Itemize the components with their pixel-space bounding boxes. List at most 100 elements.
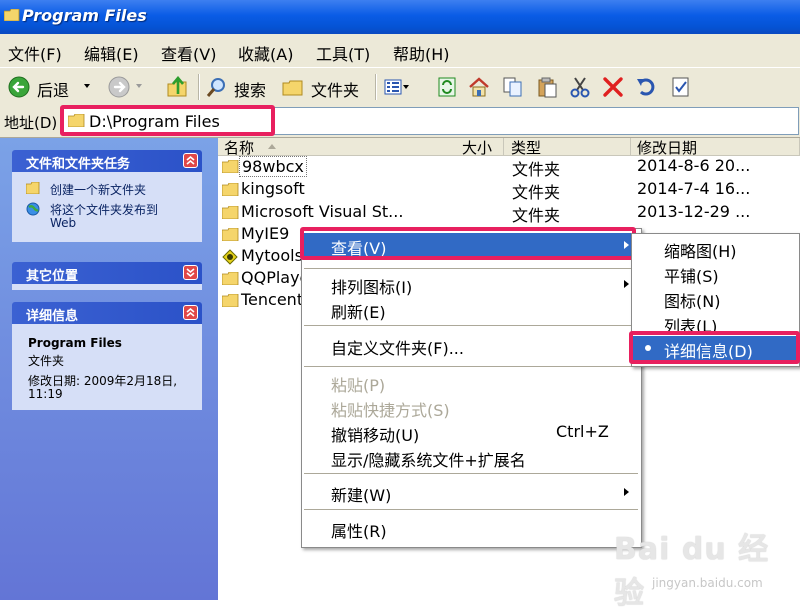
undo-shortcut: Ctrl+Z: [556, 422, 609, 441]
back-dropdown-icon[interactable]: [84, 84, 90, 88]
folder-icon: [222, 272, 239, 285]
file-type: 文件夹: [512, 160, 561, 179]
file-date: 2014-8-6 20...: [637, 156, 751, 175]
context-new-item[interactable]: 新建(W): [302, 480, 641, 505]
search-button[interactable]: 搜索: [234, 77, 266, 101]
menu-help[interactable]: 帮助(H): [393, 41, 450, 65]
collapse-icon[interactable]: [183, 153, 198, 168]
column-modified-header[interactable]: 修改日期: [631, 138, 800, 157]
file-name: Mytools: [241, 246, 303, 265]
refresh-icon[interactable]: [436, 76, 458, 98]
home-icon[interactable]: [468, 76, 490, 98]
folders-button[interactable]: 文件夹: [311, 77, 359, 101]
menu-separator: [304, 509, 638, 510]
folder-icon: [222, 183, 239, 196]
context-customize-item[interactable]: 自定义文件夹(F)...: [302, 333, 641, 358]
search-icon[interactable]: [206, 76, 228, 98]
menu-edit[interactable]: 编辑(E): [84, 41, 139, 65]
menu-separator: [304, 473, 638, 474]
menu-separator: [304, 366, 638, 367]
context-paste-shortcut-item: 粘贴快捷方式(S): [331, 401, 450, 420]
copy-to-icon[interactable]: [502, 76, 524, 98]
file-type: 文件夹: [512, 183, 561, 202]
submenu-icons[interactable]: 图标(N): [632, 286, 799, 311]
details-header[interactable]: 详细信息: [12, 302, 202, 324]
file-date: 2014-7-4 16...: [637, 179, 751, 198]
properties-icon[interactable]: [670, 76, 692, 98]
back-arrow-icon[interactable]: [8, 76, 30, 98]
details-item-highlight: [629, 331, 800, 364]
file-name: kingsoft: [241, 179, 305, 198]
file-type: 文件夹: [512, 206, 561, 225]
other-places-title: 其它位置: [26, 269, 79, 284]
address-label: 地址(D): [4, 114, 58, 132]
folder-icon: [4, 9, 20, 21]
collapse-icon[interactable]: [183, 305, 198, 320]
watermark-url: jingyan.baidu.com: [652, 576, 763, 590]
context-undo-move-item[interactable]: 撤销移动(U) Ctrl+Z: [302, 420, 641, 445]
watermark-logo: Bai du 经验: [614, 532, 770, 611]
new-folder-icon: [26, 182, 40, 194]
menu-favorites[interactable]: 收藏(A): [238, 41, 293, 65]
delete-icon[interactable]: [602, 76, 624, 98]
address-highlight: [60, 105, 275, 136]
submenu-arrow-icon: [624, 488, 629, 496]
file-name: Microsoft Visual St...: [241, 202, 404, 221]
file-name: MyIE9: [241, 224, 290, 243]
forward-dropdown-icon[interactable]: [136, 84, 142, 88]
up-folder-icon[interactable]: [166, 76, 188, 98]
context-refresh-item[interactable]: 刷新(E): [302, 297, 641, 322]
sort-ascending-icon: [268, 144, 276, 149]
back-button[interactable]: 后退: [37, 77, 69, 101]
file-name: Tencent: [241, 290, 304, 309]
table-row[interactable]: 98wbcx 文件夹 2014-8-6 20...: [218, 156, 800, 179]
menu-file[interactable]: 文件(F): [8, 41, 62, 65]
watermark: Bai du 经验 jingyan.baidu.com: [612, 518, 792, 611]
undo-icon[interactable]: [635, 76, 657, 98]
menu-bar: 文件(F) 编辑(E) 查看(V) 收藏(A) 工具(T) 帮助(H): [0, 34, 800, 67]
context-show-hide-item[interactable]: 显示/隐藏系统文件+扩展名: [302, 445, 641, 470]
submenu-arrow-icon: [624, 280, 629, 288]
window-title: Program Files: [22, 6, 147, 25]
folders-icon[interactable]: [282, 76, 304, 98]
context-paste-item: 粘贴(P): [331, 376, 386, 395]
submenu-thumbnails[interactable]: 缩略图(H): [632, 236, 799, 261]
menu-view[interactable]: 查看(V): [161, 41, 216, 65]
file-tasks-panel: 创建一个新文件夹 将这个文件夹发布到 Web: [12, 172, 202, 242]
details-modified-time: 11:19: [28, 387, 63, 401]
publish-web-link-cont[interactable]: Web: [50, 216, 76, 230]
title-bar[interactable]: Program Files: [0, 0, 800, 34]
file-name: QQPlaye: [241, 268, 310, 287]
create-folder-link[interactable]: 创建一个新文件夹: [50, 181, 146, 198]
column-size-header[interactable]: 大小: [458, 138, 504, 157]
other-places-panel: [12, 284, 202, 290]
file-tasks-header[interactable]: 文件和文件夹任务: [12, 150, 202, 172]
cut-icon[interactable]: [569, 76, 591, 98]
details-type: 文件夹: [28, 354, 65, 368]
toolbar: 后退 搜索 文件夹: [0, 67, 800, 106]
other-places-header[interactable]: 其它位置: [12, 262, 202, 284]
context-menu: 查看(V) 排列图标(I) 刷新(E) 自定义文件夹(F)... 粘贴(P) 粘…: [301, 228, 642, 548]
column-type-header[interactable]: 类型: [505, 138, 631, 157]
view-item-highlight: [300, 227, 636, 260]
context-properties-item[interactable]: 属性(R): [302, 516, 641, 541]
forward-arrow-icon[interactable]: [108, 76, 130, 98]
app-folder-icon: [222, 249, 238, 265]
table-row[interactable]: Microsoft Visual St... 文件夹 2013-12-29 ..…: [218, 202, 800, 225]
views-icon[interactable]: [384, 76, 410, 98]
file-date: 2013-12-29 ...: [637, 202, 751, 221]
details-name: Program Files: [28, 336, 122, 350]
menu-tools[interactable]: 工具(T): [316, 41, 370, 65]
toolbar-separator: [375, 74, 377, 100]
address-bar: 地址(D) D:\Program Files: [0, 104, 800, 138]
file-tasks-title: 文件和文件夹任务: [26, 157, 131, 172]
folder-icon: [222, 206, 239, 219]
paste-icon[interactable]: [536, 76, 558, 98]
expand-icon[interactable]: [183, 265, 198, 280]
toolbar-separator: [198, 74, 200, 100]
menu-separator: [304, 268, 638, 269]
context-arrange-item[interactable]: 排列图标(I): [302, 272, 641, 297]
submenu-tiles[interactable]: 平铺(S): [632, 261, 799, 286]
file-name: 98wbcx: [239, 156, 307, 177]
table-row[interactable]: kingsoft 文件夹 2014-7-4 16...: [218, 179, 800, 202]
